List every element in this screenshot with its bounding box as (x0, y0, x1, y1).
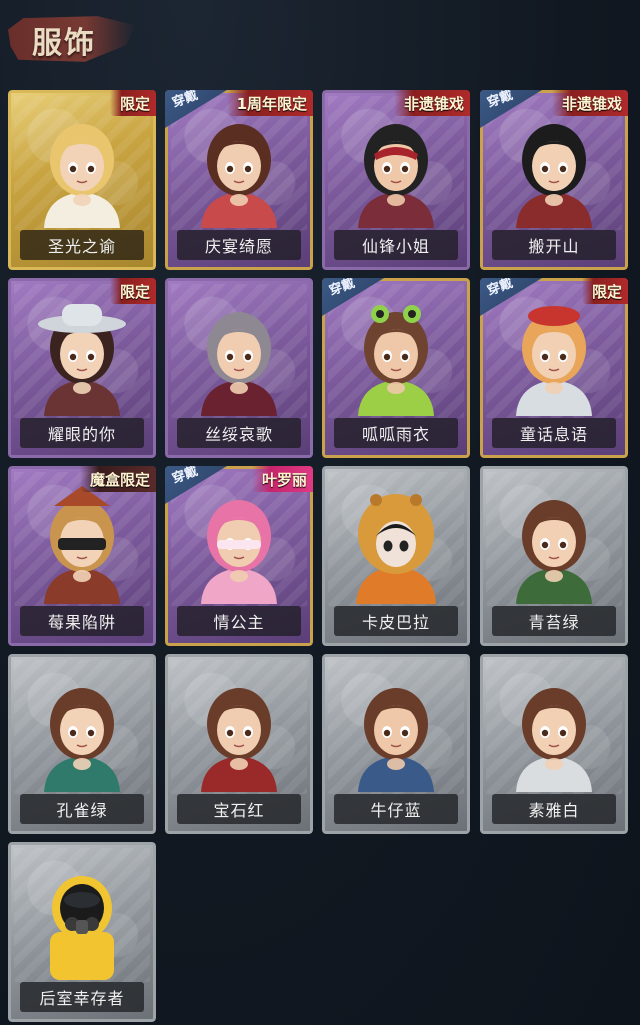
outfit-name: 童话息语 (492, 418, 616, 448)
limited-tag-badge: 非遗锥戏 (393, 90, 470, 116)
outfit-card[interactable]: 素雅白 (480, 654, 628, 834)
blonde-veiled-girl-portrait-icon (32, 110, 132, 228)
outfit-card[interactable]: 牛仔蓝 (322, 654, 470, 834)
capybara-hood-girl-portrait-icon (346, 486, 446, 604)
outfit-card[interactable]: 宝石红 (165, 654, 313, 834)
red-scarf-girl-portrait-icon (189, 674, 289, 792)
outfit-name: 呱呱雨衣 (334, 418, 458, 448)
outfit-name: 圣光之谕 (20, 230, 144, 260)
header: 服饰 (0, 0, 640, 86)
blue-scarf-girl-portrait-icon (346, 674, 446, 792)
outfit-name: 仙锋小姐 (334, 230, 458, 260)
outfit-card[interactable]: 魔盒限定莓果陷阱 (8, 466, 156, 646)
outfit-card[interactable]: 穿戴 1周年限定 庆宴绮愿 (165, 90, 313, 270)
outfit-card[interactable]: 穿戴 非遗锥戏 搬开山 (480, 90, 628, 270)
birthday-cake-girl-portrait-icon (189, 110, 289, 228)
outfit-card[interactable]: 后室幸存者 (8, 842, 156, 1022)
outfit-card[interactable]: 孔雀绿 (8, 654, 156, 834)
outfit-card[interactable]: 丝绥哀歌 (165, 278, 313, 458)
outfit-card[interactable]: 非遗锥戏仙锋小姐 (322, 90, 470, 270)
blindfold-girl-portrait-icon (32, 486, 132, 604)
outfit-name: 青苔绿 (492, 606, 616, 636)
outfit-name: 情公主 (177, 606, 301, 636)
outfit-name: 庆宴绮愿 (177, 230, 301, 260)
page-title: 服饰 (32, 26, 96, 61)
outfit-card[interactable]: 穿戴 呱呱雨衣 (322, 278, 470, 458)
outfit-name: 牛仔蓝 (334, 794, 458, 824)
warrior-boy-portrait-icon (504, 110, 604, 228)
peacock-scarf-girl-portrait-icon (32, 674, 132, 792)
outfit-name: 耀眼的你 (20, 418, 144, 448)
limited-tag-badge: 限定 (581, 278, 628, 304)
outfit-name: 搬开山 (492, 230, 616, 260)
limited-tag-badge: 非遗锥戏 (551, 90, 628, 116)
pink-hair-princess-portrait-icon (189, 486, 289, 604)
limited-tag-badge: 叶罗丽 (251, 466, 313, 492)
opera-mask-girl-portrait-icon (346, 110, 446, 228)
outfit-card[interactable]: 穿戴 限定 童话息语 (480, 278, 628, 458)
limited-tag-badge: 魔盒限定 (79, 466, 156, 492)
outfit-card[interactable]: 青苔绿 (480, 466, 628, 646)
grey-hair-girl-portrait-icon (189, 298, 289, 416)
red-beret-girl-portrait-icon (504, 298, 604, 416)
frog-hat-girl-portrait-icon (346, 298, 446, 416)
white-scarf-girl-portrait-icon (504, 674, 604, 792)
limited-tag-badge: 限定 (109, 90, 156, 116)
outfit-card[interactable]: 限定圣光之谕 (8, 90, 156, 270)
gas-mask-survivor-portrait-icon (32, 862, 132, 980)
outfit-name: 卡皮巴拉 (334, 606, 458, 636)
green-scarf-girl-portrait-icon (504, 486, 604, 604)
outfit-name: 宝石红 (177, 794, 301, 824)
limited-tag-badge: 1周年限定 (226, 90, 313, 116)
outfit-name: 莓果陷阱 (20, 606, 144, 636)
outfit-name: 丝绥哀歌 (177, 418, 301, 448)
outfit-page: 服饰 限定 圣光之谕 穿戴 1周年限定 庆宴绮愿 非遗锥戏 仙锋小姐 穿戴 非遗锥戏 搬开山 限定耀… (0, 0, 640, 1025)
cowboy-hat-girl-portrait-icon (32, 298, 132, 416)
outfit-card[interactable]: 卡皮巴拉 (322, 466, 470, 646)
outfit-name: 后室幸存者 (20, 982, 144, 1012)
outfit-card[interactable]: 限定耀眼的你 (8, 278, 156, 458)
outfit-name: 素雅白 (492, 794, 616, 824)
outfit-name: 孔雀绿 (20, 794, 144, 824)
outfit-card[interactable]: 穿戴 叶罗丽 情公主 (165, 466, 313, 646)
limited-tag-badge: 限定 (109, 278, 156, 304)
